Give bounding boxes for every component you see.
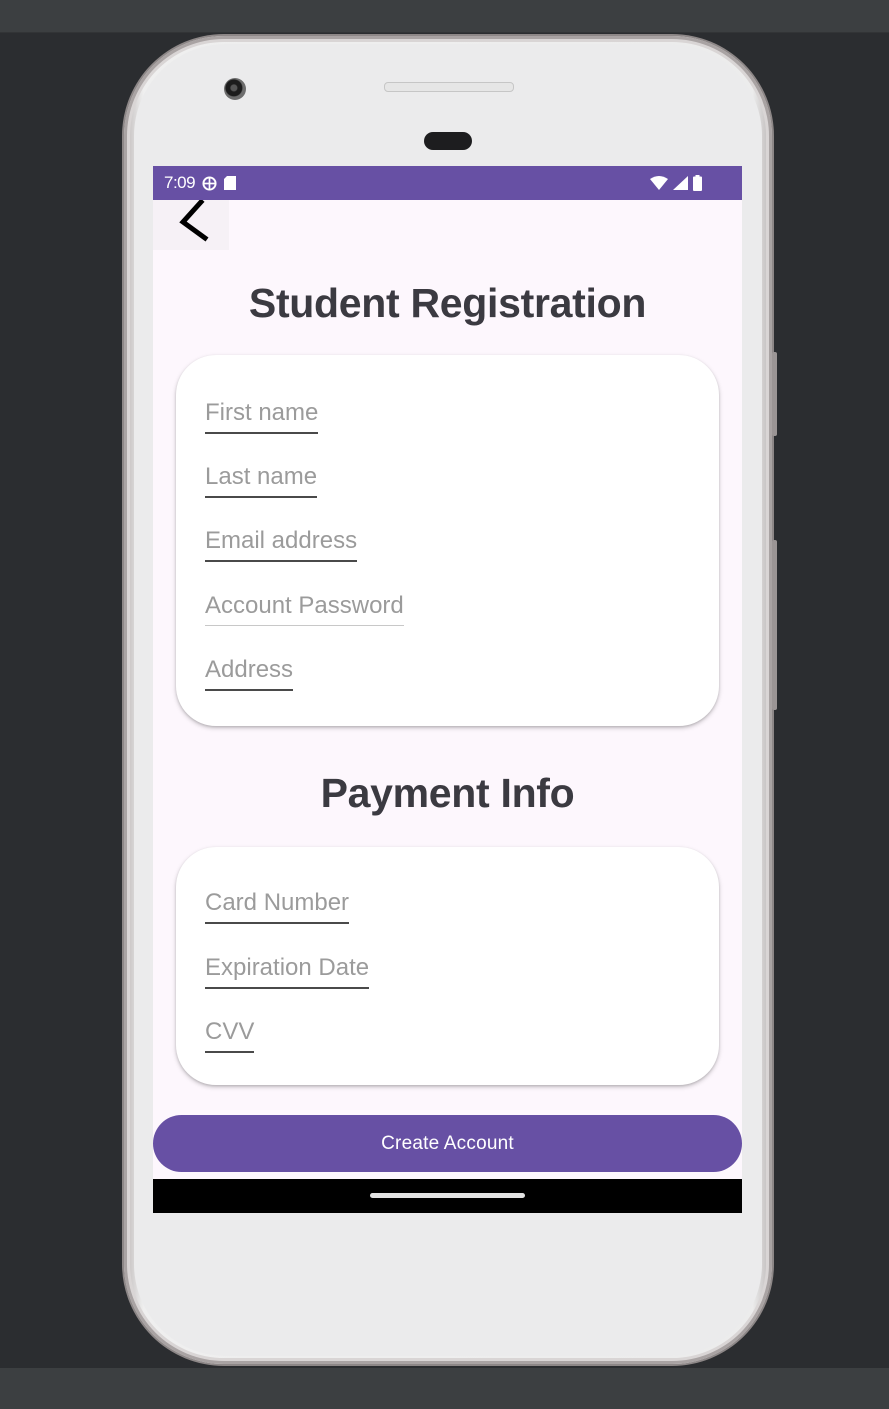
emulator-toolbar: [0, 8, 889, 33]
battery-icon: [693, 175, 702, 191]
registration-card: First name Last name Email address Accou…: [176, 355, 719, 726]
back-button[interactable]: [153, 200, 229, 250]
window-top-strip: [0, 0, 889, 8]
power-button: [772, 352, 777, 436]
payment-card: Card Number Expiration Date CVV: [176, 847, 719, 1085]
status-bar: 7:09: [153, 166, 742, 200]
volume-button: [772, 540, 777, 710]
app-screen: 7:09 Student Registration First name Las…: [153, 166, 742, 1213]
create-account-button[interactable]: Create Account: [153, 1115, 742, 1172]
signal-icon: [673, 176, 688, 190]
speaker-grill: [384, 82, 514, 92]
email-field[interactable]: Email address: [205, 527, 358, 562]
sd-card-icon: [224, 176, 237, 190]
emulator-bottom-panel: [0, 1368, 889, 1409]
card-number-field[interactable]: Card Number: [205, 889, 350, 924]
chevron-left-icon: [179, 200, 209, 242]
status-time: 7:09: [164, 173, 196, 192]
expiration-date-field[interactable]: Expiration Date: [205, 954, 370, 989]
system-nav-bar: [153, 1179, 742, 1213]
front-camera: [224, 78, 246, 100]
cvv-field[interactable]: CVV: [205, 1018, 255, 1053]
last-name-field[interactable]: Last name: [205, 463, 318, 498]
home-gesture-handle[interactable]: [370, 1193, 525, 1198]
password-field[interactable]: Account Password: [205, 592, 404, 626]
payment-title: Payment Info: [320, 770, 575, 816]
globe-icon: [202, 175, 217, 191]
first-name-field[interactable]: First name: [205, 399, 319, 434]
status-icons-right: [650, 175, 702, 191]
earpiece: [424, 132, 472, 150]
wifi-icon: [650, 176, 668, 190]
address-field[interactable]: Address: [205, 656, 294, 691]
page-title: Student Registration: [248, 280, 647, 326]
